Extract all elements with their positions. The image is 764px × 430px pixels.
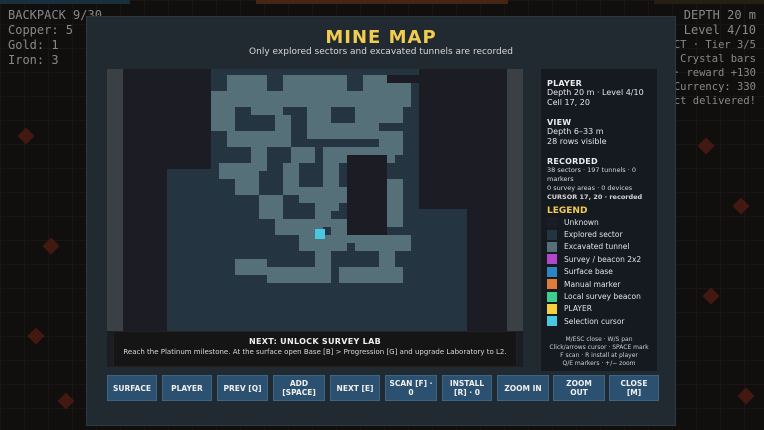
legend-label: Local survey beacon xyxy=(564,292,641,302)
explored-sector xyxy=(167,169,211,331)
help-line: Q/E markers · +/− zoom xyxy=(562,359,636,367)
legend-list: Unknown Explored sector Excavated tunnel… xyxy=(547,216,651,328)
explored-sector xyxy=(419,209,467,331)
legend-label: Surface base xyxy=(564,267,613,277)
prev-marker-button[interactable]: PREV [Q] xyxy=(217,375,268,401)
scan-button[interactable]: SCAN [F] · 0 xyxy=(385,375,437,401)
excavated-tunnel xyxy=(291,147,315,163)
view-heading: VIEW xyxy=(547,118,572,127)
legend-item-tunnel: Excavated tunnel xyxy=(547,241,651,253)
legend-item-local-beacon: Local survey beacon xyxy=(547,290,651,302)
next-goal-box: NEXT: UNLOCK SURVEY LAB Reach the Platin… xyxy=(113,331,517,367)
legend-item-unknown: Unknown xyxy=(547,216,651,228)
player-button[interactable]: PLAYER xyxy=(162,375,212,401)
excavated-tunnel xyxy=(227,131,291,147)
legend-label: Explored sector xyxy=(564,230,623,240)
recorded-heading: RECORDED xyxy=(547,157,598,166)
legend-label: PLAYER xyxy=(564,304,592,314)
unknown-pocket xyxy=(347,155,387,235)
legend-swatch xyxy=(547,241,557,252)
excavated-tunnel xyxy=(339,267,403,283)
recorded-markers: markers xyxy=(547,175,574,183)
map-right-shaft xyxy=(507,69,523,331)
player-cell: Cell 17, 20 xyxy=(547,98,590,107)
player-depth-level: Depth 20 m · Level 4/10 xyxy=(547,88,644,97)
legend-title: LEGEND xyxy=(547,206,588,216)
excavated-tunnel xyxy=(211,91,411,107)
legend-label: Selection cursor xyxy=(564,316,625,326)
next-marker-button[interactable]: NEXT [E] xyxy=(330,375,380,401)
map-left-shaft xyxy=(107,69,123,331)
modal-title: MINE MAP xyxy=(325,27,437,48)
excavated-tunnel xyxy=(355,235,411,251)
excavated-tunnel xyxy=(259,195,283,219)
legend-swatch xyxy=(547,254,557,265)
legend-swatch xyxy=(547,303,557,314)
player-heading: PLAYER xyxy=(547,79,583,88)
legend-label: Survey / beacon 2x2 xyxy=(564,254,642,264)
legend-swatch xyxy=(547,217,557,228)
install-button[interactable]: INSTALL [R] · 0 xyxy=(442,375,492,401)
help-line: Click/arrows cursor · SPACE mark xyxy=(549,343,649,351)
excavated-tunnel xyxy=(283,75,347,91)
legend-item-manual-marker: Manual marker xyxy=(547,278,651,290)
excavated-tunnel xyxy=(219,163,259,179)
excavated-tunnel xyxy=(387,195,403,227)
mine-map-canvas[interactable]: NEXT: UNLOCK SURVEY LAB Reach the Platin… xyxy=(107,69,523,367)
add-marker-button[interactable]: ADD [SPACE] xyxy=(273,375,325,401)
excavated-tunnel xyxy=(235,179,259,195)
excavated-tunnel xyxy=(251,107,283,115)
mine-map-grid[interactable] xyxy=(107,69,523,367)
legend-swatch xyxy=(547,316,557,327)
map-info-panel: PLAYER Depth 20 m · Level 4/10 Cell 17, … xyxy=(541,69,657,371)
excavated-tunnel xyxy=(323,163,339,187)
legend-swatch xyxy=(547,229,557,240)
recorded-survey: 0 survey areas · 0 devices xyxy=(547,184,633,192)
help-line: M/ESC close · W/S pan xyxy=(565,335,633,343)
excavated-tunnel xyxy=(211,107,235,131)
legend-item-surface-base: Surface base xyxy=(547,266,651,278)
legend-item-player: PLAYER xyxy=(547,303,651,315)
controls-help: M/ESC close · W/S pan Click/arrows curso… xyxy=(547,336,651,368)
legend-item-survey: Survey / beacon 2x2 xyxy=(547,253,651,265)
excavated-tunnel xyxy=(307,107,331,139)
unknown-pocket xyxy=(387,75,419,83)
recorded-counts: 38 sectors · 197 tunnels · 0 xyxy=(547,166,636,174)
cursor-readout: CURSOR 17, 20 · recorded xyxy=(547,193,643,201)
excavated-tunnel xyxy=(299,187,347,203)
surface-button[interactable]: SURFACE xyxy=(107,375,157,401)
excavated-tunnel xyxy=(355,107,403,123)
excavated-tunnel xyxy=(267,267,331,283)
next-goal-body: Reach the Platinum milestone. At the sur… xyxy=(123,348,507,356)
mine-map-modal: MINE MAP Only explored sectors and excav… xyxy=(86,16,676,426)
legend-item-explored: Explored sector xyxy=(547,228,651,240)
zoom-in-button[interactable]: ZOOM IN xyxy=(497,375,549,401)
legend-label: Excavated tunnel xyxy=(564,242,630,252)
zoom-out-button[interactable]: ZOOM OUT xyxy=(553,375,605,401)
modal-subtitle: Only explored sectors and excavated tunn… xyxy=(249,47,513,57)
next-goal-title: NEXT: UNLOCK SURVEY LAB xyxy=(249,337,381,346)
view-depth-range: Depth 6–33 m xyxy=(547,127,604,136)
view-rows: 28 rows visible xyxy=(547,137,607,146)
excavated-tunnel xyxy=(379,251,395,267)
help-line: F scan · R install at player xyxy=(560,351,638,359)
excavated-tunnel xyxy=(315,251,331,267)
excavated-tunnel xyxy=(227,75,267,91)
legend-item-selection-cursor: Selection cursor xyxy=(547,315,651,327)
legend-swatch xyxy=(547,266,557,277)
legend-label: Unknown xyxy=(564,217,599,227)
legend-swatch xyxy=(547,279,557,290)
close-button[interactable]: CLOSE [M] xyxy=(609,375,659,401)
excavated-tunnel xyxy=(331,123,379,139)
selection-cursor xyxy=(315,229,325,239)
legend-label: Manual marker xyxy=(564,279,621,289)
excavated-tunnel xyxy=(235,259,267,275)
excavated-tunnel xyxy=(283,163,299,195)
legend-swatch xyxy=(547,291,557,302)
excavated-tunnel xyxy=(331,203,339,211)
